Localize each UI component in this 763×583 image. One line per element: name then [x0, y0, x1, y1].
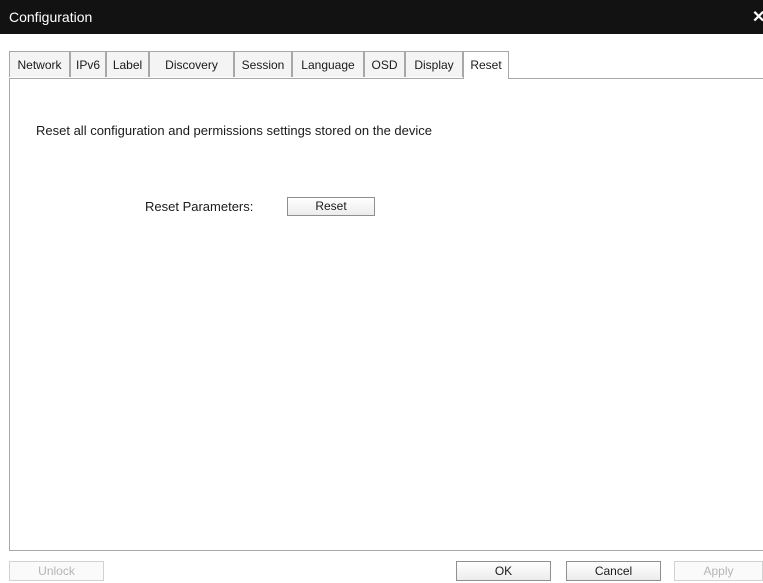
close-icon[interactable]: ✕ [752, 7, 763, 27]
reset-parameters-label: Reset Parameters: [145, 199, 254, 214]
tab-osd[interactable]: OSD [364, 51, 405, 77]
tab-reset[interactable]: Reset [463, 51, 509, 79]
tab-display[interactable]: Display [405, 51, 463, 77]
tab-network[interactable]: Network [9, 51, 70, 77]
apply-button[interactable]: Apply [674, 561, 763, 581]
title-bar: Configuration ✕ [0, 0, 763, 34]
reset-panel [9, 78, 763, 551]
window-title: Configuration [9, 9, 93, 25]
tab-bar: Network IPv6 Label Discovery Session Lan… [9, 51, 763, 79]
tab-session[interactable]: Session [234, 51, 292, 77]
reset-button[interactable]: Reset [287, 197, 375, 216]
unlock-button[interactable]: Unlock [9, 561, 104, 581]
reset-description: Reset all configuration and permissions … [36, 123, 432, 138]
tab-discovery[interactable]: Discovery [149, 51, 234, 77]
tab-ipv6[interactable]: IPv6 [70, 51, 106, 77]
tab-label[interactable]: Label [106, 51, 149, 77]
cancel-button[interactable]: Cancel [566, 561, 661, 581]
ok-button[interactable]: OK [456, 561, 551, 581]
tab-language[interactable]: Language [292, 51, 364, 77]
